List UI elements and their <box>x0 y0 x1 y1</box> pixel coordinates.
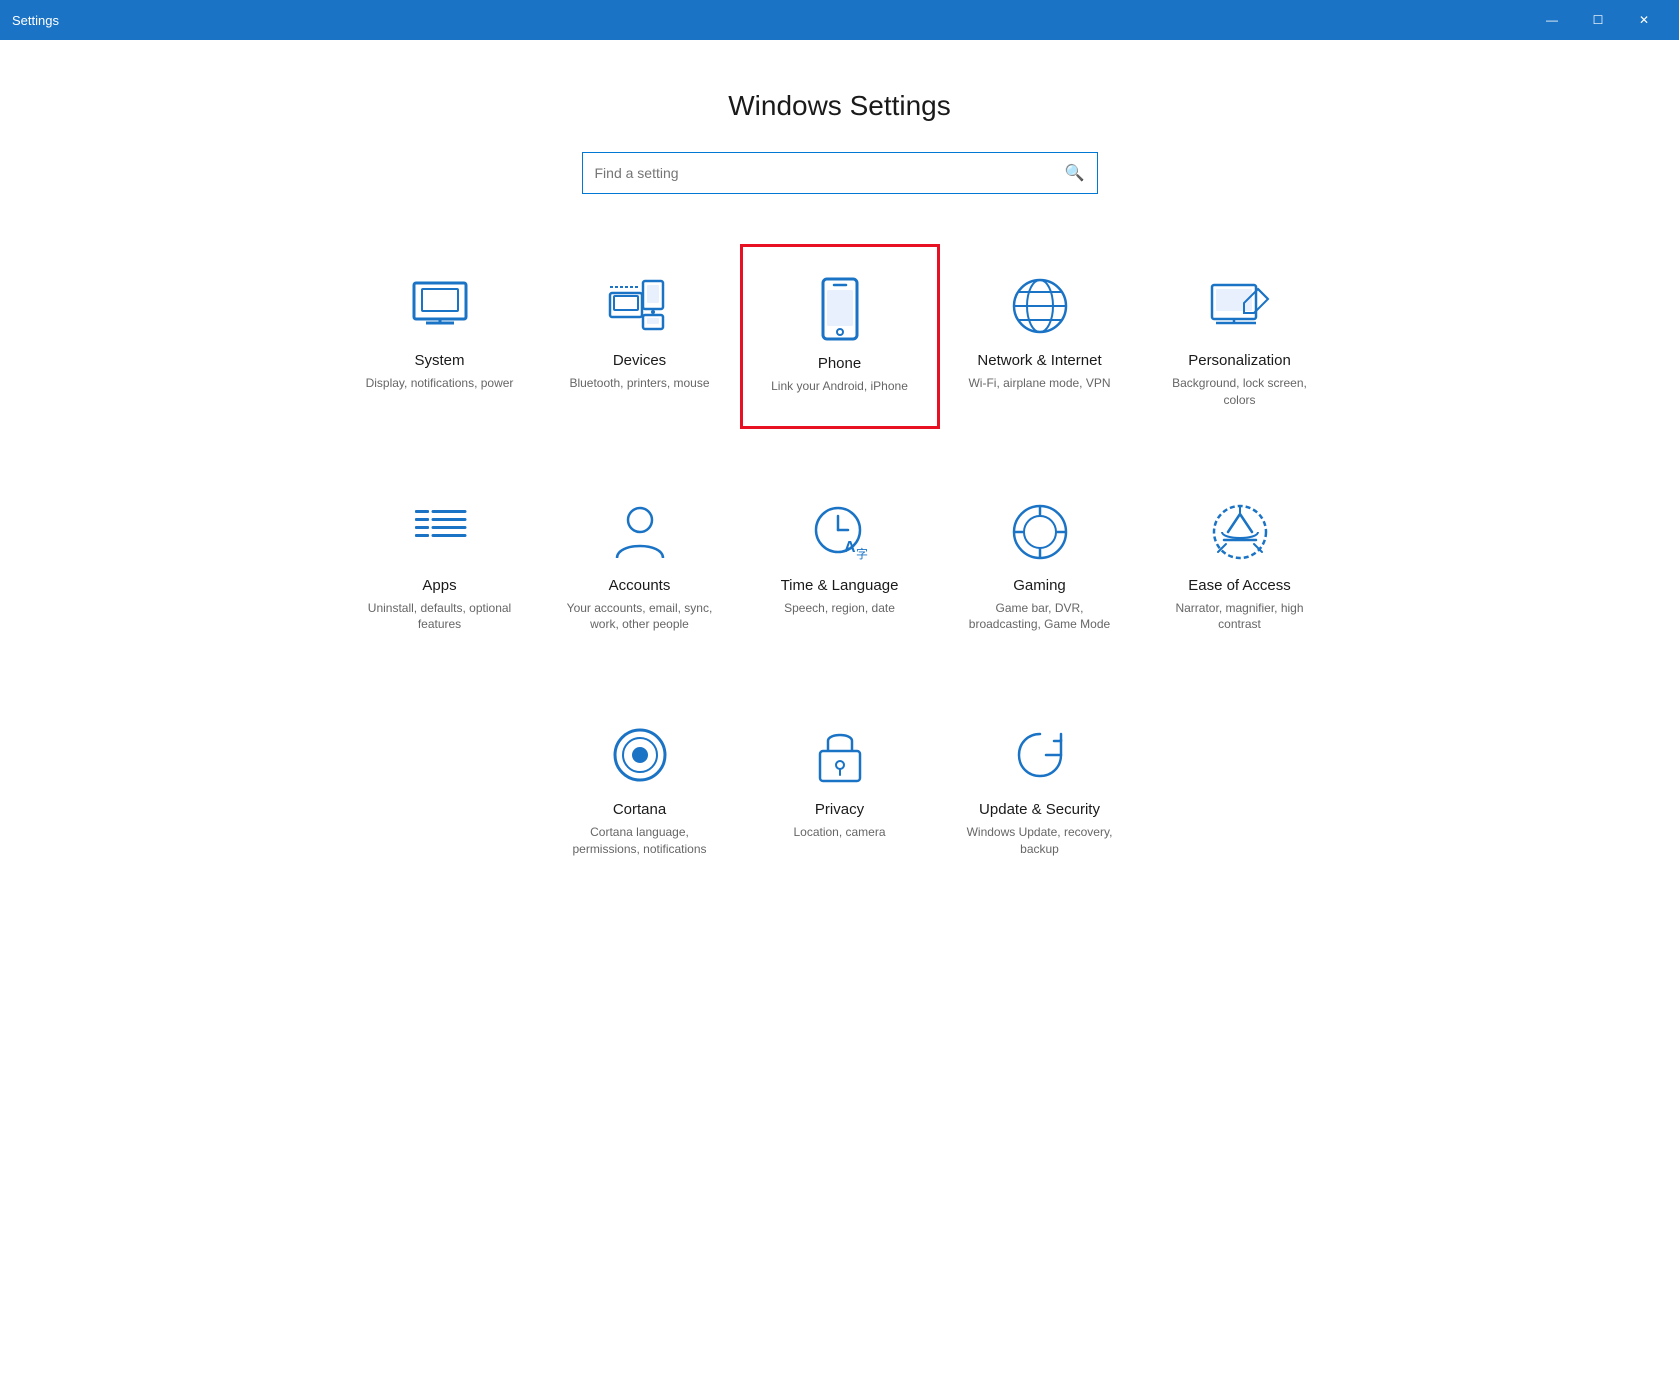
personalization-desc: Background, lock screen, colors <box>1160 375 1320 409</box>
page-header: Windows Settings <box>0 40 1679 152</box>
privacy-desc: Location, camera <box>793 824 885 841</box>
settings-item-network[interactable]: Network & Internet Wi-Fi, airplane mode, … <box>940 244 1140 429</box>
maximize-button[interactable]: ☐ <box>1575 0 1621 40</box>
titlebar-title: Settings <box>12 13 59 28</box>
gaming-icon <box>1008 499 1072 563</box>
cortana-desc: Cortana language, permissions, notificat… <box>560 824 720 858</box>
privacy-title: Privacy <box>815 801 864 818</box>
time-title: Time & Language <box>781 577 899 594</box>
gaming-title: Gaming <box>1013 577 1066 594</box>
search-container: 🔍 <box>0 152 1679 194</box>
settings-item-cortana[interactable]: Cortana Cortana language, permissions, no… <box>540 693 740 878</box>
close-button[interactable]: ✕ <box>1621 0 1667 40</box>
time-desc: Speech, region, date <box>784 600 895 617</box>
main-content: Windows Settings 🔍 System Display, notifi… <box>0 40 1679 1392</box>
settings-item-phone[interactable]: Phone Link your Android, iPhone <box>740 244 940 429</box>
search-box: 🔍 <box>582 152 1098 194</box>
update-title: Update & Security <box>979 801 1100 818</box>
settings-item-accounts[interactable]: Accounts Your accounts, email, sync, work… <box>540 469 740 654</box>
personalization-icon <box>1208 274 1272 338</box>
apps-title: Apps <box>422 577 456 594</box>
phone-title: Phone <box>818 355 861 372</box>
settings-row-0: System Display, notifications, power Devi… <box>60 244 1619 429</box>
settings-row-1: Apps Uninstall, defaults, optional featur… <box>60 469 1619 654</box>
phone-icon <box>808 277 872 341</box>
settings-row-2: Cortana Cortana language, permissions, no… <box>60 693 1619 878</box>
titlebar-controls: — ☐ ✕ <box>1529 0 1667 40</box>
system-title: System <box>414 352 464 369</box>
devices-title: Devices <box>613 352 666 369</box>
system-icon <box>408 274 472 338</box>
settings-item-apps[interactable]: Apps Uninstall, defaults, optional featur… <box>340 469 540 654</box>
network-icon <box>1008 274 1072 338</box>
titlebar: Settings — ☐ ✕ <box>0 0 1679 40</box>
apps-desc: Uninstall, defaults, optional features <box>360 600 520 634</box>
ease-desc: Narrator, magnifier, high contrast <box>1160 600 1320 634</box>
devices-icon <box>608 274 672 338</box>
update-desc: Windows Update, recovery, backup <box>960 824 1120 858</box>
settings-item-devices[interactable]: Devices Bluetooth, printers, mouse <box>540 244 740 429</box>
settings-item-update[interactable]: Update & Security Windows Update, recover… <box>940 693 1140 878</box>
search-input[interactable] <box>595 165 1065 181</box>
personalization-title: Personalization <box>1188 352 1291 369</box>
settings-item-personalization[interactable]: Personalization Background, lock screen, … <box>1140 244 1340 429</box>
settings-item-privacy[interactable]: Privacy Location, camera <box>740 693 940 878</box>
network-desc: Wi-Fi, airplane mode, VPN <box>968 375 1110 392</box>
cortana-icon <box>608 723 672 787</box>
svg-text:A: A <box>844 539 856 556</box>
accounts-icon <box>608 499 672 563</box>
minimize-button[interactable]: — <box>1529 0 1575 40</box>
settings-item-gaming[interactable]: Gaming Game bar, DVR, broadcasting, Game … <box>940 469 1140 654</box>
ease-title: Ease of Access <box>1188 577 1291 594</box>
settings-grid: System Display, notifications, power Devi… <box>0 244 1679 878</box>
gaming-desc: Game bar, DVR, broadcasting, Game Mode <box>960 600 1120 634</box>
settings-item-ease[interactable]: Ease of Access Narrator, magnifier, high … <box>1140 469 1340 654</box>
network-title: Network & Internet <box>977 352 1101 369</box>
system-desc: Display, notifications, power <box>366 375 514 392</box>
time-icon: A 字 <box>808 499 872 563</box>
settings-item-time[interactable]: A 字 Time & Language Speech, region, date <box>740 469 940 654</box>
apps-icon <box>408 499 472 563</box>
ease-icon <box>1208 499 1272 563</box>
privacy-icon <box>808 723 872 787</box>
cortana-title: Cortana <box>613 801 666 818</box>
phone-desc: Link your Android, iPhone <box>771 378 908 395</box>
search-icon: 🔍 <box>1065 163 1085 183</box>
accounts-desc: Your accounts, email, sync, work, other … <box>560 600 720 634</box>
accounts-title: Accounts <box>609 577 671 594</box>
update-icon <box>1008 723 1072 787</box>
svg-text:字: 字 <box>856 546 868 560</box>
page-title: Windows Settings <box>0 90 1679 122</box>
devices-desc: Bluetooth, printers, mouse <box>569 375 709 392</box>
settings-item-system[interactable]: System Display, notifications, power <box>340 244 540 429</box>
